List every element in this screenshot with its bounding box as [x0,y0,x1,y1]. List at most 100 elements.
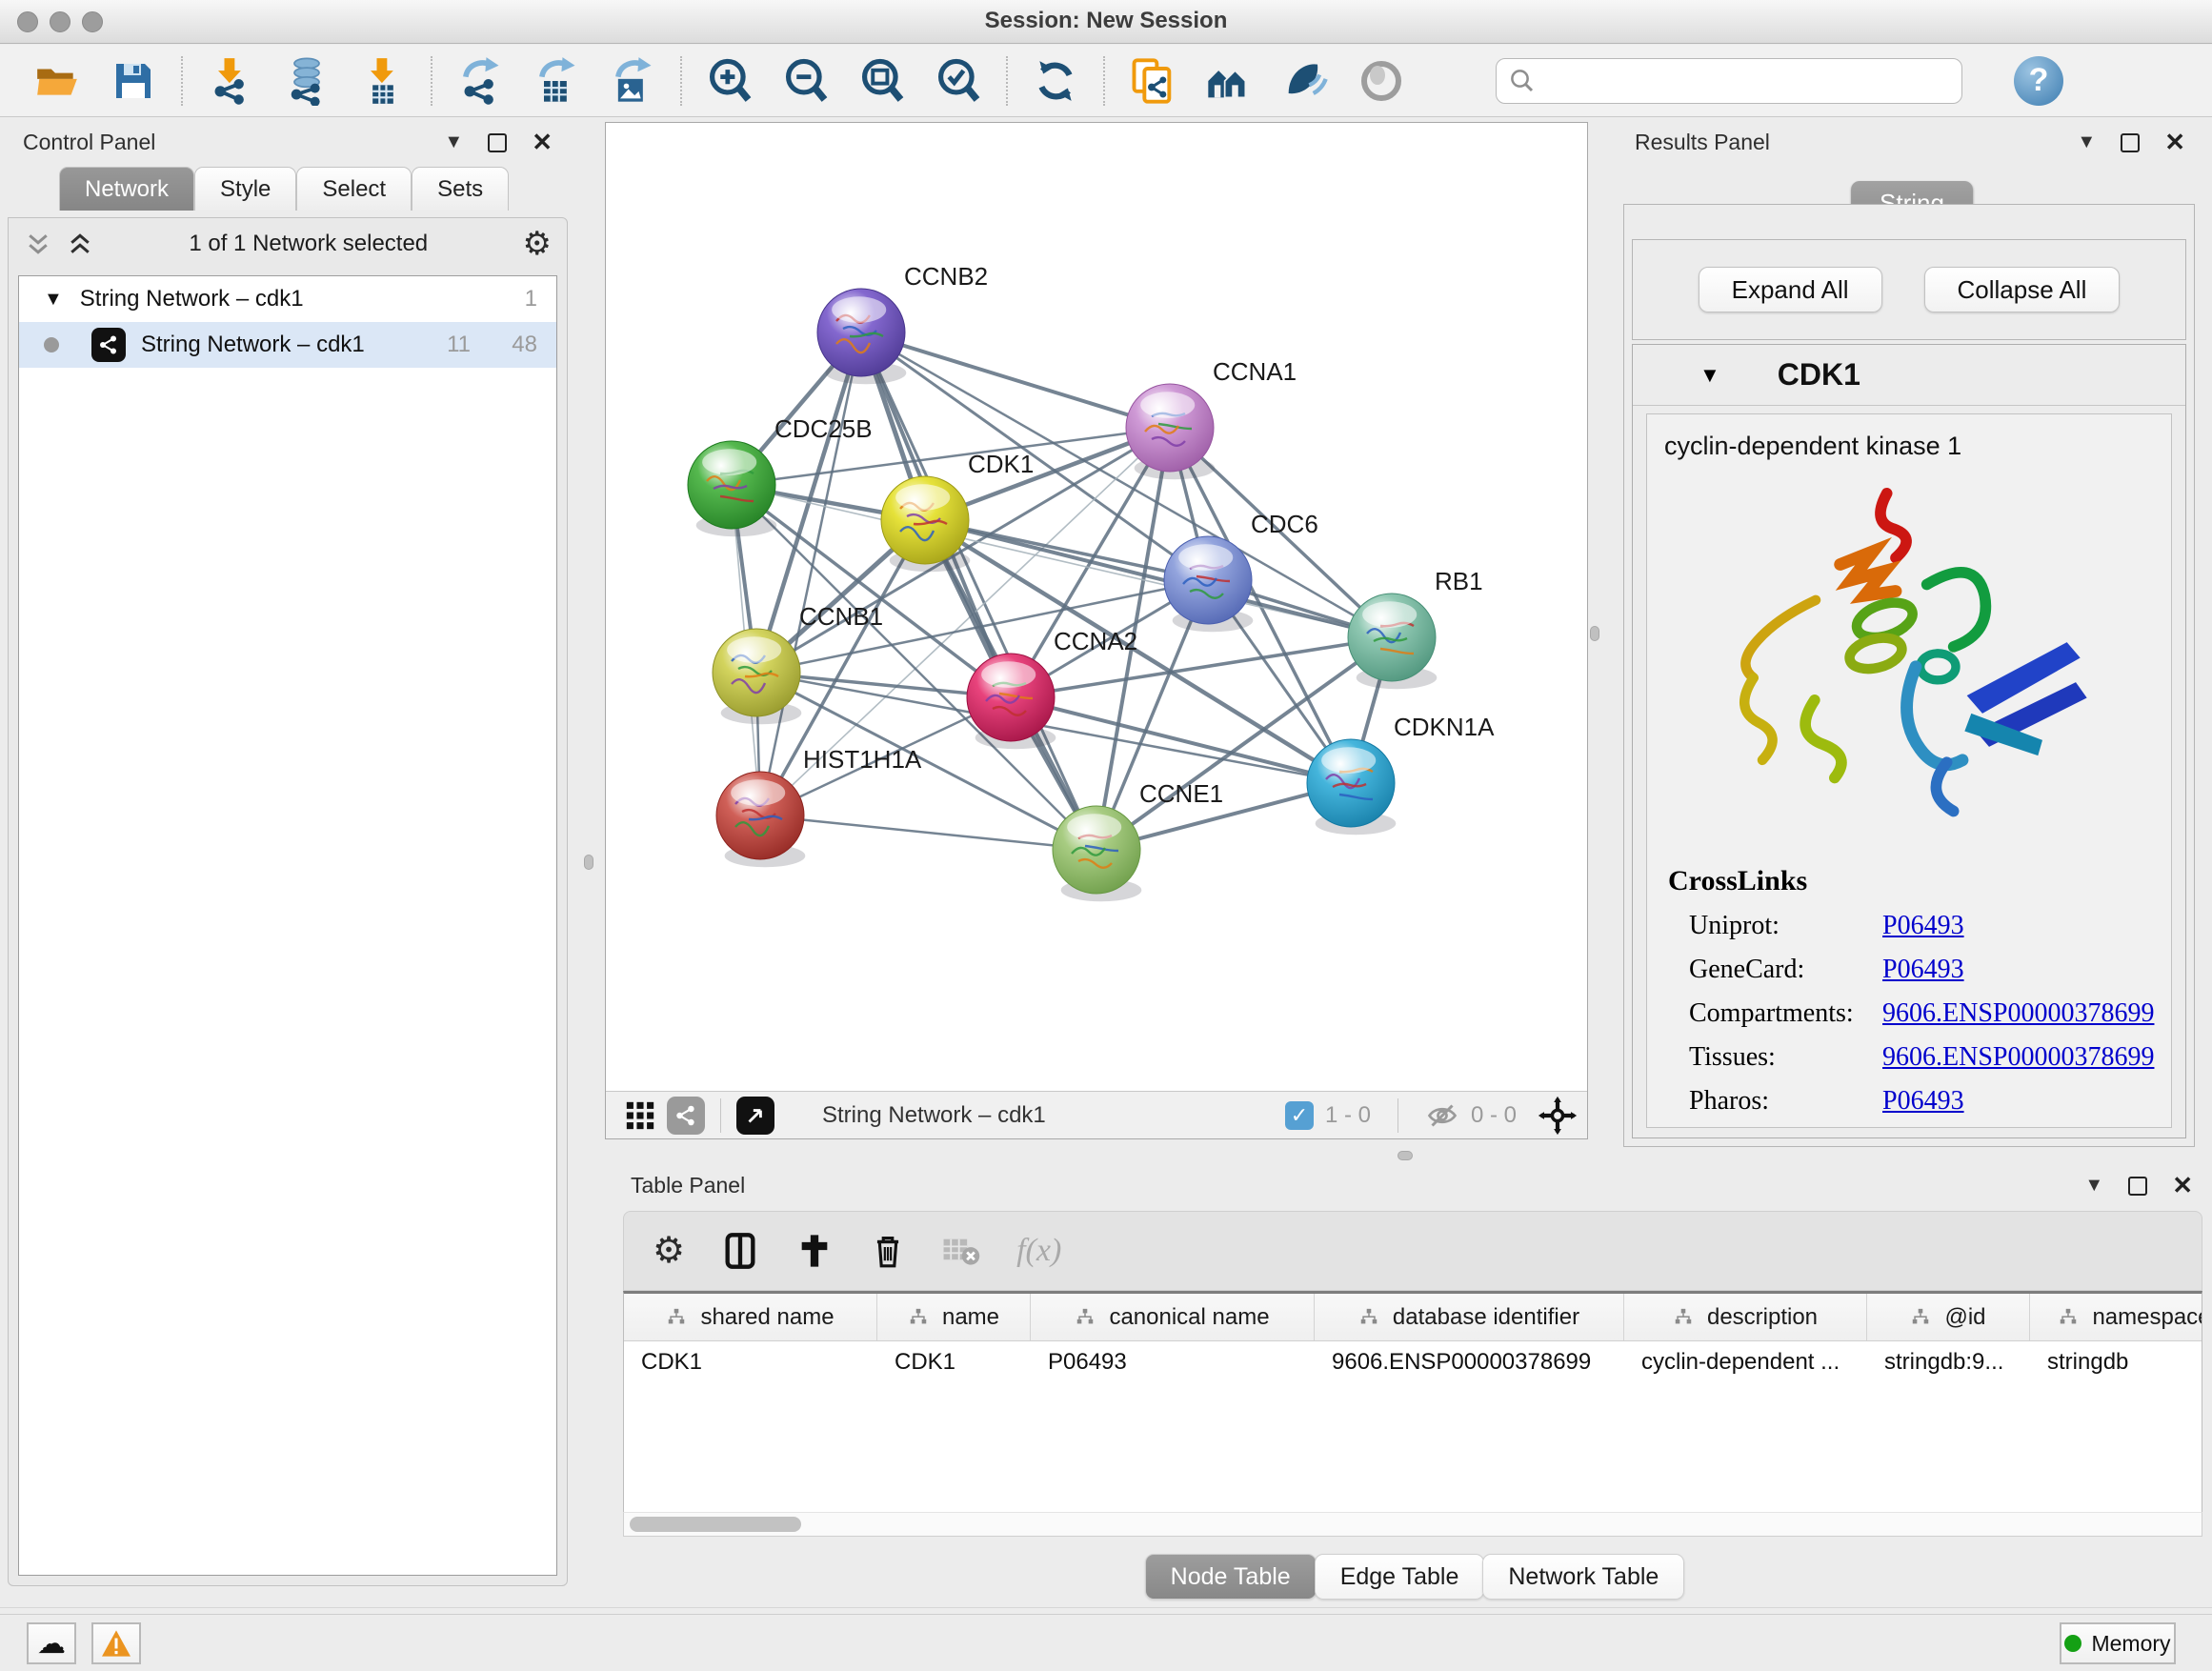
import-network-file-icon[interactable] [206,56,255,106]
node-CDK1[interactable]: CDK1 [881,450,1034,572]
birdseye-view-icon[interactable] [619,1095,661,1137]
table-cell[interactable]: stringdb [2030,1341,2202,1385]
network-canvas[interactable]: CCNB2CCNA1CDC25BCDK1CDC6RB1CCNB1CCNA2CDK… [606,123,1587,1091]
pan-crosshair-icon[interactable] [1538,1096,1578,1136]
selected-count-checkbox-icon[interactable]: ✓ [1285,1101,1314,1130]
edge-CDK1-RB1[interactable] [925,520,1392,637]
edge-CCNB2-CCNA1[interactable] [861,332,1170,428]
table-options-gear-icon[interactable]: ⚙ [653,1233,685,1269]
table-cell[interactable]: 9606.ENSP00000378699 [1315,1341,1624,1385]
column-header-canonical-name[interactable]: canonical name [1031,1294,1315,1340]
title-bar: Session: New Session [0,0,2212,44]
cloud-status-button[interactable]: ☁ [27,1622,76,1664]
table-toolbar: ⚙ f(x) [623,1211,2202,1291]
network-options-gear-icon[interactable]: ⚙ [523,228,552,260]
search-input[interactable] [1537,62,1961,100]
node-CCNB1[interactable]: CCNB1 [713,602,883,724]
column-header-description[interactable]: description [1624,1294,1867,1340]
crosslink-link[interactable]: P06493 [1882,1086,1964,1117]
export-network-icon[interactable] [455,56,505,106]
splitter-grip[interactable] [1590,626,1599,641]
maximize-panel-icon[interactable] [2128,1177,2147,1196]
column-header-namespace[interactable]: namespace [2030,1294,2202,1340]
tab-node-table[interactable]: Node Table [1145,1554,1317,1600]
collection-caret-icon[interactable]: ▼ [44,289,63,311]
network-collection-row[interactable]: ▼ String Network – cdk1 1 [19,276,556,322]
cytoscape-window: Session: New Session [0,0,2212,1671]
export-table-icon[interactable] [532,56,581,106]
cdk1-section-header[interactable]: ▼ CDK1 [1633,345,2185,406]
close-panel-icon[interactable]: ✕ [2164,128,2185,157]
collapse-all-button[interactable]: Collapse All [1924,267,2121,312]
node-CCNA1[interactable]: CCNA1 [1126,357,1297,479]
table-cell[interactable]: P06493 [1031,1341,1315,1385]
node-CDKN1A[interactable]: CDKN1A [1307,713,1495,835]
expand-all-icon[interactable] [66,230,94,258]
float-panel-icon[interactable]: ▼ [2077,131,2096,153]
crosslink-link[interactable]: P06493 [1882,911,1964,941]
maximize-panel-icon[interactable] [2121,133,2140,152]
help-button[interactable]: ? [2014,56,2063,106]
memory-button[interactable]: Memory [2060,1622,2176,1664]
show-columns-icon[interactable] [721,1230,759,1272]
table-horizontal-scrollbar[interactable] [623,1512,2202,1537]
scrollbar-thumb[interactable] [630,1517,801,1532]
node-CCNB2[interactable]: CCNB2 [817,262,988,384]
column-header-shared-name[interactable]: shared name [624,1294,877,1340]
string-panel-toggle-icon[interactable] [667,1097,705,1135]
import-network-database-icon[interactable] [282,56,332,106]
zoom-out-icon[interactable] [781,56,831,106]
zoom-in-icon[interactable] [705,56,754,106]
expand-all-button[interactable]: Expand All [1699,267,1882,312]
table-cell[interactable]: stringdb:9... [1867,1341,2030,1385]
zoom-fit-icon[interactable] [857,56,907,106]
crosslink-label: GeneCard: [1668,955,1882,985]
splitter-grip[interactable] [1398,1151,1413,1160]
float-panel-icon[interactable]: ▼ [2084,1175,2103,1197]
crosslink-link[interactable]: 9606.ENSP00000378699 [1882,998,2154,1029]
network-row[interactable]: String Network – cdk1 11 48 [19,322,556,368]
delete-column-icon[interactable] [870,1230,906,1272]
table-row[interactable]: CDK1CDK1P064939606.ENSP00000378699cyclin… [624,1341,2202,1385]
import-table-file-icon[interactable] [358,56,408,106]
collapse-all-icon[interactable] [24,230,52,258]
maximize-panel-icon[interactable] [488,133,507,152]
column-header-name[interactable]: name [877,1294,1031,1340]
copy-network-icon[interactable] [1128,56,1177,106]
float-panel-icon[interactable]: ▼ [444,131,463,153]
node-RB1[interactable]: RB1 [1348,567,1483,689]
tab-network-table[interactable]: Network Table [1482,1554,1684,1600]
node-CCNA2[interactable]: CCNA2 [967,627,1137,749]
column-header-database-identifier[interactable]: database identifier [1315,1294,1624,1340]
table-cell[interactable]: cyclin-dependent ... [1624,1341,1867,1385]
node-HIST1H1A[interactable]: HIST1H1A [716,745,922,867]
table-cell[interactable]: CDK1 [877,1341,1031,1385]
tab-select[interactable]: Select [296,167,412,211]
close-panel-icon[interactable]: ✕ [532,128,553,157]
export-image-icon[interactable] [608,56,657,106]
section-caret-icon[interactable]: ▼ [1699,363,1720,388]
save-session-icon[interactable] [109,56,158,106]
open-in-new-window-icon[interactable] [736,1097,774,1135]
table-cell[interactable]: CDK1 [624,1341,877,1385]
zoom-selected-icon[interactable] [934,56,983,106]
tab-network[interactable]: Network [59,167,194,211]
hide-graphics-details-icon[interactable] [1357,56,1406,106]
node-CDC25B[interactable]: CDC25B [688,414,873,536]
refresh-icon[interactable] [1031,56,1080,106]
tab-edge-table[interactable]: Edge Table [1315,1554,1485,1600]
open-session-icon[interactable] [32,56,82,106]
crosslink-link[interactable]: 9606.ENSP00000378699 [1882,1042,2154,1073]
tab-sets[interactable]: Sets [412,167,509,211]
tab-style[interactable]: Style [194,167,296,211]
column-header-@id[interactable]: @id [1867,1294,2030,1340]
node-CCNE1[interactable]: CCNE1 [1053,779,1223,901]
crosslink-link[interactable]: P06493 [1882,955,1964,985]
add-column-icon[interactable] [795,1232,834,1270]
close-panel-icon[interactable]: ✕ [2172,1171,2193,1200]
warnings-button[interactable] [91,1622,141,1664]
splitter-grip[interactable] [584,855,593,870]
first-neighbors-icon[interactable] [1204,56,1254,106]
edge-HIST1H1A-CCNE1[interactable] [760,815,1096,850]
show-graphics-details-icon[interactable] [1280,56,1330,106]
